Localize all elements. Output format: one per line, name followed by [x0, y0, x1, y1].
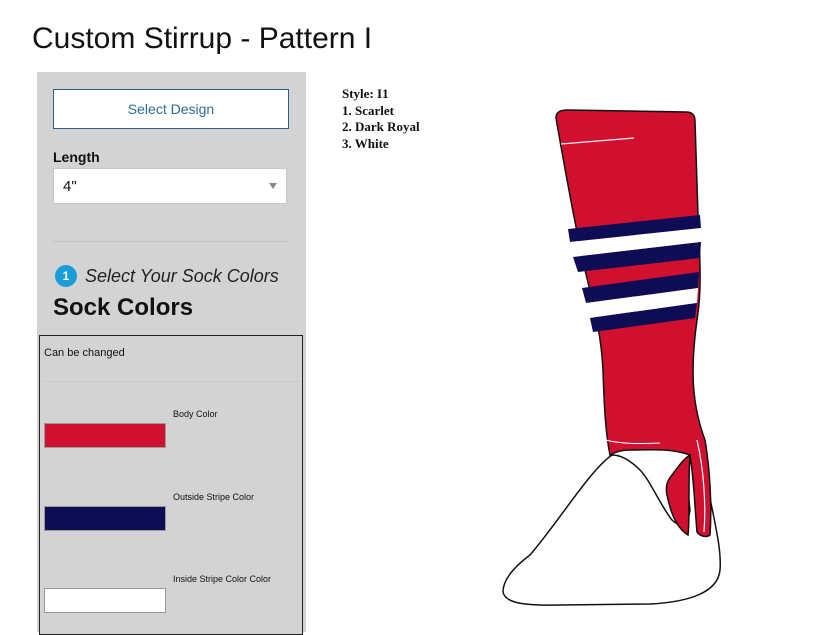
- inside-stripe-color-label: Inside Stripe Color Color: [173, 574, 272, 584]
- length-select[interactable]: 4": [53, 168, 287, 204]
- step-title: Select Your Sock Colors: [85, 265, 279, 286]
- step-number-badge: 1: [55, 265, 77, 287]
- changeable-note: Can be changed: [44, 347, 125, 359]
- color-options-panel: Can be changed Body Color Outside Stripe…: [39, 335, 303, 635]
- body-color-swatch[interactable]: [44, 423, 166, 448]
- chevron-down-icon: [269, 183, 277, 189]
- sidebar-divider: [53, 241, 289, 242]
- style-color-2: 2. Dark Royal: [342, 119, 420, 134]
- select-design-button[interactable]: Select Design: [53, 89, 289, 129]
- outside-stripe-color-swatch[interactable]: [44, 506, 166, 531]
- sock-colors-heading: Sock Colors: [53, 294, 194, 321]
- sock-preview-image: [502, 109, 722, 606]
- body-color-label: Body Color: [173, 409, 218, 419]
- inside-stripe-color-swatch[interactable]: [44, 588, 166, 613]
- outside-stripe-color-label: Outside Stripe Color: [173, 492, 255, 502]
- style-color-1: 1. Scarlet: [342, 102, 394, 118]
- panel-divider: [44, 381, 300, 382]
- style-color-3: 3. White: [342, 135, 389, 151]
- style-info: Style: I1 1. Scarlet 2. Dark Royal 3. Wh…: [342, 86, 420, 152]
- design-sidebar: Select Design Length 4" 1 Select Your So…: [37, 72, 306, 635]
- length-label: Length: [53, 149, 100, 165]
- length-value: 4": [63, 177, 77, 195]
- step-header: 1 Select Your Sock Colors: [55, 265, 279, 287]
- style-code: Style: I1: [342, 86, 389, 101]
- page-title: Custom Stirrup - Pattern I: [32, 22, 373, 55]
